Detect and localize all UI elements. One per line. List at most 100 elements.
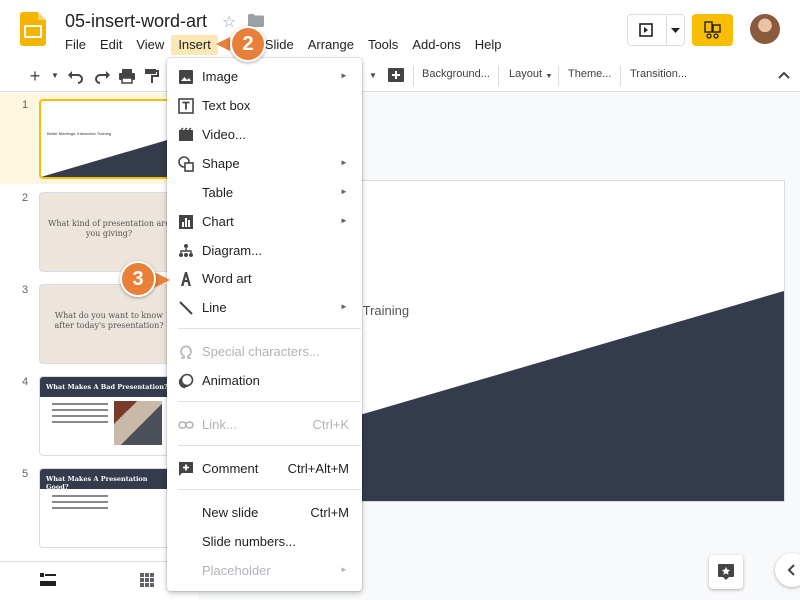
menu-item-word-art[interactable]: Word art	[167, 264, 362, 293]
menu-item-label: Link...	[202, 417, 237, 432]
step-callout-3: 3	[120, 261, 156, 297]
chart-icon	[179, 215, 193, 229]
toolbar: + ▼ ▼ Background... Layout ▼ Theme... Tr…	[0, 60, 800, 92]
menu-item-special-characters[interactable]: Special characters...	[167, 337, 362, 366]
dark-band-shape[interactable]	[339, 181, 784, 501]
slide-number: 1	[22, 99, 29, 111]
diagram-icon	[179, 244, 193, 257]
theme-button[interactable]: Theme...	[568, 68, 611, 80]
new-slide-icon[interactable]: +	[26, 67, 44, 85]
slide-preview[interactable]: What Makes A Presentation Good?	[39, 468, 179, 548]
menu-item-label: Table	[202, 185, 234, 200]
word-art-icon	[181, 272, 191, 286]
submenu-arrow-icon: ►	[340, 187, 348, 196]
slide-preview[interactable]: What do you want to know after today's p…	[39, 284, 179, 364]
add-comment-icon[interactable]	[387, 67, 405, 85]
slide-canvas[interactable]: tive Training	[339, 181, 784, 501]
menu-item-new-slide[interactable]: New slide Ctrl+M	[167, 498, 362, 527]
print-icon[interactable]	[118, 67, 136, 85]
grid-view-icon[interactable]	[140, 573, 154, 587]
explore-button[interactable]	[709, 555, 743, 589]
menu-item-shortcut: Ctrl+K	[312, 417, 349, 432]
menu-item-video[interactable]: Video...	[167, 120, 362, 149]
menu-item-comment[interactable]: Comment Ctrl+Alt+M	[167, 454, 362, 483]
menu-item-shortcut: Ctrl+M	[310, 505, 349, 520]
menu-divider	[178, 489, 361, 490]
slide-preview-title: What Makes A Presentation Good?	[40, 469, 178, 491]
comment-icon	[179, 462, 193, 476]
menu-divider	[178, 445, 361, 446]
menu-item-image[interactable]: Image ►	[167, 62, 362, 91]
menu-item-label: Video...	[202, 127, 246, 142]
menu-item-label: Text box	[202, 98, 251, 113]
toolbar-divider	[498, 66, 499, 86]
caret-down-icon[interactable]: ▼	[46, 67, 64, 85]
menu-view[interactable]: View	[129, 35, 171, 55]
menu-divider	[178, 328, 361, 329]
slides-logo-icon[interactable]	[20, 12, 46, 46]
step-callout-2: 2	[230, 26, 266, 62]
menu-item-animation[interactable]: Animation	[167, 366, 362, 395]
document-title[interactable]: 05-insert-word-art	[65, 11, 207, 32]
menu-item-shape[interactable]: Shape ►	[167, 149, 362, 178]
menu-insert[interactable]: Insert	[171, 35, 218, 55]
folder-icon[interactable]	[248, 14, 264, 27]
slide-preview[interactable]: What kind of presentation are you giving…	[39, 192, 179, 272]
slide-preview-title: What kind of presentation are you giving…	[48, 219, 170, 238]
menu-edit[interactable]: Edit	[93, 35, 129, 55]
menu-help[interactable]: Help	[468, 35, 509, 55]
redo-icon[interactable]	[93, 67, 111, 85]
caret-down-icon[interactable]: ▼	[364, 67, 382, 85]
undo-icon[interactable]	[67, 67, 85, 85]
menu-item-slide-numbers[interactable]: Slide numbers...	[167, 527, 362, 556]
menu-arrange[interactable]: Arrange	[301, 35, 361, 55]
slide-number: 5	[22, 468, 29, 480]
transition-button[interactable]: Transition...	[630, 68, 687, 80]
menu-item-label: Chart	[202, 214, 234, 229]
menu-item-link[interactable]: Link... Ctrl+K	[167, 410, 362, 439]
avatar[interactable]	[750, 14, 780, 44]
slide-number: 4	[22, 376, 29, 388]
menu-item-line[interactable]: Line ►	[167, 293, 362, 322]
insert-menu: Image ► Text box Video... Shape ► Table …	[167, 58, 362, 591]
menu-item-label: Comment	[202, 461, 259, 476]
menu-item-label: Special characters...	[202, 344, 320, 359]
menu-item-placeholder[interactable]: Placeholder ►	[167, 556, 362, 585]
menu-addons[interactable]: Add-ons	[405, 35, 467, 55]
chevron-left-icon	[787, 564, 795, 576]
side-panel-toggle[interactable]	[775, 553, 800, 587]
animation-icon	[178, 373, 194, 389]
caret-down-icon[interactable]	[671, 28, 680, 33]
star-icon[interactable]: ☆	[222, 12, 236, 32]
menu-file[interactable]: File	[58, 35, 93, 55]
menu-divider	[178, 401, 361, 402]
filmstrip-view-icon[interactable]	[40, 573, 56, 587]
slide-number: 3	[22, 284, 29, 296]
menu-item-text-box[interactable]: Text box	[167, 91, 362, 120]
collapse-toolbar-icon[interactable]	[775, 67, 793, 85]
slide-preview[interactable]: Better Meetings: Interactive Training	[39, 99, 179, 179]
shape-icon	[178, 156, 194, 172]
menu-item-table[interactable]: Table ►	[167, 178, 362, 207]
slides-app: 05-insert-word-art ☆ File Edit View Inse…	[0, 0, 800, 600]
submenu-arrow-icon: ►	[340, 216, 348, 225]
caret-down-icon[interactable]: ▼	[540, 68, 558, 86]
menu-item-label: Slide numbers...	[202, 534, 296, 549]
menu-item-shortcut: Ctrl+Alt+M	[287, 461, 349, 476]
line-icon	[179, 301, 193, 315]
bullet-list	[52, 495, 108, 513]
present-button[interactable]	[627, 14, 685, 46]
share-button[interactable]	[692, 14, 733, 46]
explore-icon	[718, 564, 734, 580]
background-button[interactable]: Background...	[422, 68, 490, 80]
menu-tools[interactable]: Tools	[361, 35, 405, 55]
paint-format-icon[interactable]	[143, 67, 161, 85]
submenu-arrow-icon: ►	[340, 71, 348, 80]
toolbar-divider	[413, 66, 414, 86]
menu-item-diagram[interactable]: Diagram...	[167, 236, 362, 265]
menu-item-chart[interactable]: Chart ►	[167, 207, 362, 236]
menu-item-label: Word art	[202, 271, 252, 286]
menu-item-label: Placeholder	[202, 563, 271, 578]
layout-button[interactable]: Layout	[509, 68, 542, 80]
slide-preview[interactable]: What Makes A Bad Presentation?	[39, 376, 179, 456]
